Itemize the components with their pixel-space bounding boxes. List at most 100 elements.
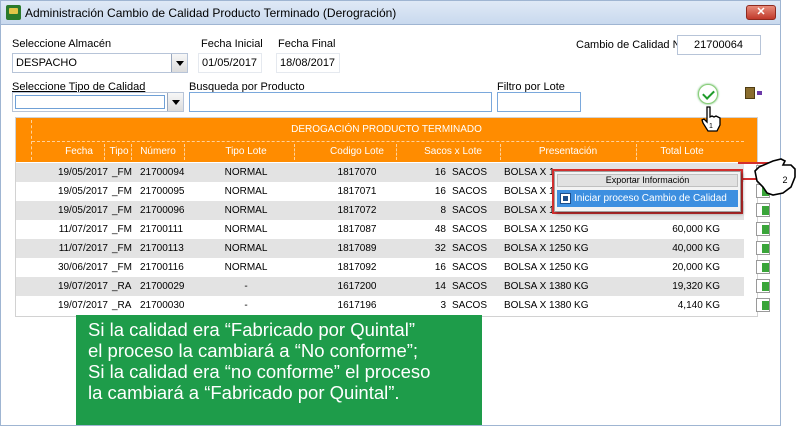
cell-sacos: 16 xyxy=(434,167,446,178)
filtro-lote-input[interactable] xyxy=(497,92,581,112)
context-menu-header: Exportar Información xyxy=(557,174,738,187)
grid-header-band: DEROGACIÓN PRODUCTO TERMINADO Fecha Tipo… xyxy=(16,118,757,162)
row-action-icon[interactable] xyxy=(756,298,770,312)
tipo-calidad-focus xyxy=(15,95,165,109)
cell-total-lote: 19,320 KG xyxy=(672,281,720,292)
table-row[interactable]: 30/06/2017 _FM 21700116 NORMAL 1817092 16 SACO… xyxy=(16,258,744,277)
cell-unidad: SACOS xyxy=(452,243,488,254)
table-row[interactable]: 19/07/2017 _RA 21700030 - 1617196 3 SACOS BOLSA… xyxy=(16,296,744,315)
cell-fecha: 19/05/2017 xyxy=(57,167,108,178)
row-action-icon[interactable] xyxy=(756,260,770,274)
cell-sacos: 3 xyxy=(440,300,446,311)
cell-codigo-lote: 1817087 xyxy=(337,224,377,235)
cell-numero: 21700094 xyxy=(140,167,185,178)
fecha-inicial-field[interactable]: 01/05/2017 xyxy=(198,53,262,73)
cell-tipo-lote: - xyxy=(244,281,248,292)
grid-band-title: DEROGACIÓN PRODUCTO TERMINADO xyxy=(291,124,482,135)
step-2-label: 2 xyxy=(782,175,787,185)
cell-tipo-lote: NORMAL xyxy=(224,205,268,216)
cell-numero: 21700113 xyxy=(140,243,184,254)
window-title: Administración Cambio de Calidad Product… xyxy=(25,6,397,20)
cell-tipo: _RA xyxy=(112,300,132,311)
callout-line: Si la calidad era “no conforme” el proce… xyxy=(88,361,431,382)
cell-unidad: SACOS xyxy=(452,300,488,311)
table-row[interactable]: 11/07/2017 _FM 21700111 NORMAL 1817087 48 SACO… xyxy=(16,220,744,239)
cell-numero: 21700029 xyxy=(140,281,185,292)
col-header-tipo-lote[interactable]: Tipo Lote xyxy=(186,146,306,157)
cell-codigo-lote: 1617196 xyxy=(337,300,377,311)
cell-tipo: _FM xyxy=(112,205,132,216)
cell-numero: 21700111 xyxy=(140,224,184,235)
cell-unidad: SACOS xyxy=(452,167,488,178)
cell-tipo: _FM xyxy=(112,167,132,178)
cell-presentacion: BOLSA X 1250 KG xyxy=(504,243,589,254)
confirm-check-icon[interactable] xyxy=(698,84,718,104)
cell-total-lote: 20,000 KG xyxy=(672,262,720,273)
cambio-calidad-field[interactable]: 21700064 xyxy=(677,35,761,55)
cell-tipo-lote: NORMAL xyxy=(224,186,268,197)
cambio-calidad-label: Cambio de Calidad No. xyxy=(576,39,690,51)
table-row[interactable]: 11/07/2017 _FM 21700113 NORMAL 1817089 32 SACO… xyxy=(16,239,744,258)
fecha-final-field[interactable]: 18/08/2017 xyxy=(276,53,340,73)
col-header-sacos[interactable]: Sacos x Lote xyxy=(398,146,508,157)
table-row[interactable]: 19/07/2017 _RA 21700029 - 1617200 14 SACOS BOLS… xyxy=(16,277,744,296)
row-action-icon[interactable] xyxy=(756,222,770,236)
almacen-select[interactable]: DESPACHO xyxy=(12,53,188,73)
cell-presentacion: BOLSA X 1380 KG xyxy=(504,281,589,292)
row-action-icon[interactable] xyxy=(756,203,770,217)
col-header-numero[interactable]: Número xyxy=(133,146,183,157)
col-divider xyxy=(104,144,105,160)
cell-tipo-lote: NORMAL xyxy=(224,243,268,254)
process-icon xyxy=(560,193,571,204)
cell-total-lote: 40,000 KG xyxy=(672,243,720,254)
cell-tipo-lote: - xyxy=(244,300,248,311)
cell-fecha: 19/07/2017 xyxy=(57,300,108,311)
col-header-tipo[interactable]: Tipo xyxy=(106,146,132,157)
busqueda-input[interactable] xyxy=(189,92,492,112)
context-menu-item-iniciar[interactable]: Iniciar proceso Cambio de Calidad xyxy=(557,190,738,207)
cell-unidad: SACOS xyxy=(452,281,488,292)
title-bar: Administración Cambio de Calidad Product… xyxy=(1,1,780,25)
close-button[interactable]: ✕ xyxy=(746,5,776,20)
cell-tipo: _FM xyxy=(112,262,132,273)
almacen-value: DESPACHO xyxy=(16,57,77,69)
tipo-calidad-select[interactable] xyxy=(12,92,184,112)
cell-sacos: 16 xyxy=(434,262,446,273)
cell-unidad: SACOS xyxy=(452,186,488,197)
pointer-hand-icon: 1 xyxy=(701,106,721,132)
col-divider xyxy=(131,144,132,160)
cell-presentacion: BOLSA X 1380 KG xyxy=(504,300,589,311)
cell-unidad: SACOS xyxy=(452,262,488,273)
cell-tipo-lote: NORMAL xyxy=(224,167,268,178)
almacen-label: Seleccione Almacén xyxy=(12,38,112,50)
grid-header-divider xyxy=(32,141,744,142)
cell-tipo-lote: NORMAL xyxy=(224,262,268,273)
cell-sacos: 8 xyxy=(440,205,446,216)
chevron-down-icon[interactable] xyxy=(167,93,183,111)
col-divider xyxy=(294,144,295,160)
col-divider xyxy=(184,144,185,160)
cell-fecha: 11/07/2017 xyxy=(58,243,108,254)
cell-presentacion: BOLSA X 1250 KG xyxy=(504,224,589,235)
exit-door-icon[interactable] xyxy=(745,87,762,99)
cell-numero: 21700096 xyxy=(140,205,185,216)
cell-codigo-lote: 1817089 xyxy=(337,243,377,254)
cell-tipo: _RA xyxy=(112,281,132,292)
cell-sacos: 14 xyxy=(434,281,446,292)
cell-presentacion: BOLSA X 1250 KG xyxy=(504,262,589,273)
cell-unidad: SACOS xyxy=(452,224,488,235)
step-1-label: 1 xyxy=(709,123,713,130)
cell-codigo-lote: 1817071 xyxy=(337,186,377,197)
col-header-presentacion[interactable]: Presentación xyxy=(502,146,634,157)
callout-line: Si la calidad era “Fabricado por Quintal… xyxy=(88,319,415,340)
chevron-down-icon[interactable] xyxy=(171,54,187,72)
row-header-divider xyxy=(31,120,32,160)
cell-tipo: _FM xyxy=(112,243,132,254)
row-action-icon[interactable] xyxy=(756,279,770,293)
cell-codigo-lote: 1817070 xyxy=(337,167,377,178)
row-action-icon[interactable] xyxy=(756,241,770,255)
main-window: Administración Cambio de Calidad Product… xyxy=(0,0,796,426)
cell-fecha: 19/05/2017 xyxy=(57,205,108,216)
col-header-total-lote[interactable]: Total Lote xyxy=(638,146,726,157)
cell-fecha: 19/07/2017 xyxy=(57,281,108,292)
